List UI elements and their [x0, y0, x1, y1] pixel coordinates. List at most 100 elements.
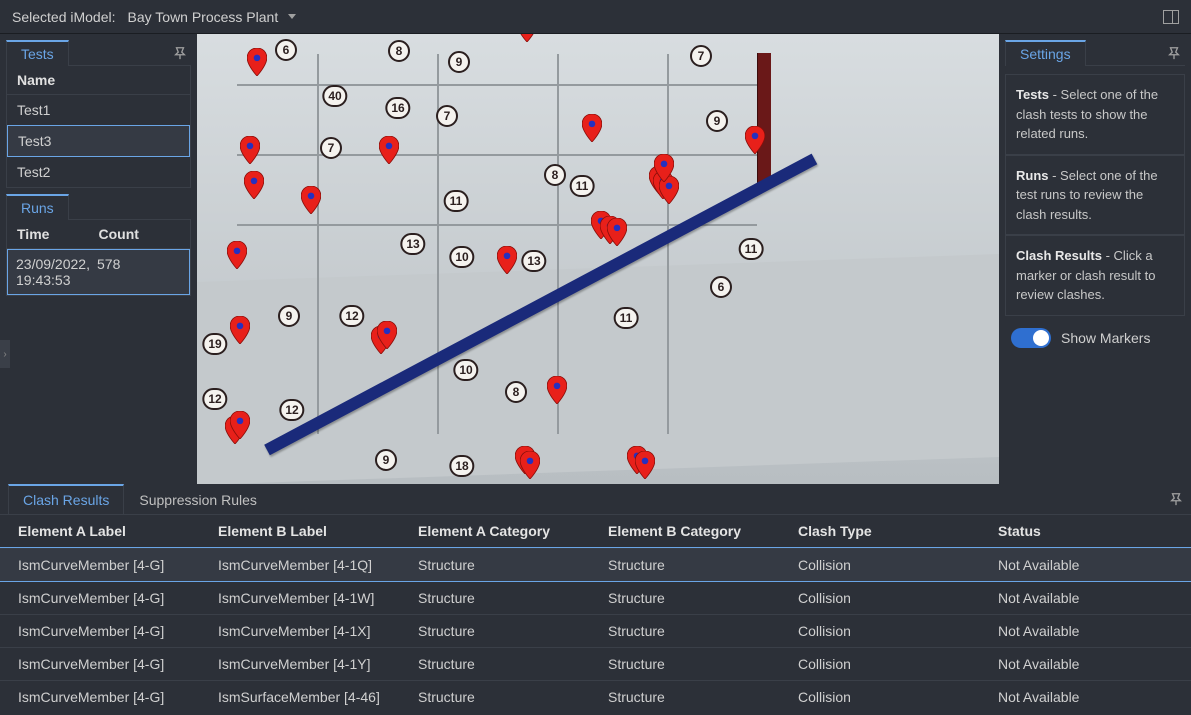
highlighted-column: [757, 53, 771, 188]
clash-count-badge[interactable]: 9: [448, 51, 470, 73]
cell-type: Collision: [798, 656, 998, 672]
clash-count-badge[interactable]: 7: [690, 45, 712, 67]
clash-marker-icon[interactable]: [377, 321, 397, 349]
pin-icon[interactable]: [173, 46, 187, 60]
cell-catB: Structure: [608, 656, 798, 672]
col-element-a-category: Element A Category: [418, 523, 608, 539]
clash-count-badge[interactable]: 40: [322, 85, 347, 107]
clash-count-badge[interactable]: 6: [275, 39, 297, 61]
clash-results-table: Element A Label Element B Label Element …: [0, 515, 1191, 715]
clash-result-row[interactable]: IsmCurveMember [4-G]IsmCurveMember [4-1X…: [0, 614, 1191, 647]
sidebar-expand-handle[interactable]: ›: [0, 340, 10, 368]
clash-marker-icon[interactable]: [520, 451, 540, 479]
pin-icon[interactable]: [1167, 46, 1181, 60]
clash-marker-icon[interactable]: [582, 114, 602, 142]
clash-count-badge[interactable]: 10: [449, 246, 474, 268]
cell-catB: Structure: [608, 689, 798, 705]
clash-marker-icon[interactable]: [227, 241, 247, 269]
clash-count-badge[interactable]: 11: [570, 175, 595, 197]
test-list-item[interactable]: Test1: [7, 95, 190, 125]
cell-catA: Structure: [418, 557, 608, 573]
clash-marker-icon[interactable]: [745, 126, 765, 154]
clash-count-badge[interactable]: 13: [521, 250, 546, 272]
cell-elB: IsmCurveMember [4-1Q]: [218, 557, 418, 573]
clash-count-badge[interactable]: 8: [388, 40, 410, 62]
clash-count-badge[interactable]: 18: [449, 455, 474, 477]
clash-marker-icon[interactable]: [654, 154, 674, 182]
col-element-a-label: Element A Label: [18, 523, 218, 539]
show-markers-toggle[interactable]: [1011, 328, 1051, 348]
clash-marker-icon[interactable]: [301, 186, 321, 214]
clash-count-badge[interactable]: 11: [614, 307, 639, 329]
cell-status: Not Available: [998, 656, 1173, 672]
clash-count-badge[interactable]: 9: [706, 110, 728, 132]
clash-marker-icon[interactable]: [230, 411, 250, 439]
clash-result-row[interactable]: IsmCurveMember [4-G]IsmCurveMember [4-1W…: [0, 581, 1191, 614]
test-list-item[interactable]: Test2: [7, 157, 190, 187]
clash-count-badge[interactable]: 7: [436, 105, 458, 127]
help-box: Tests - Select one of the clash tests to…: [1005, 74, 1185, 155]
cell-type: Collision: [798, 623, 998, 639]
imodel-label: Selected iModel:: [12, 9, 116, 25]
tab-settings[interactable]: Settings: [1005, 40, 1086, 66]
clash-count-badge[interactable]: 8: [505, 381, 527, 403]
clash-marker-icon[interactable]: [379, 136, 399, 164]
tab-tests[interactable]: Tests: [6, 40, 69, 66]
cell-elB: IsmCurveMember [4-1W]: [218, 590, 418, 606]
tab-clash-results[interactable]: Clash Results: [8, 484, 124, 514]
clash-marker-icon[interactable]: [607, 218, 627, 246]
cell-type: Collision: [798, 689, 998, 705]
tests-name-header: Name: [17, 72, 180, 88]
panel-layout-icon[interactable]: [1163, 10, 1179, 24]
run-count: 578: [97, 256, 181, 288]
tab-runs[interactable]: Runs: [6, 194, 69, 220]
clash-marker-icon[interactable]: [244, 171, 264, 199]
clash-count-badge[interactable]: 6: [710, 276, 732, 298]
clash-marker-icon[interactable]: [635, 451, 655, 479]
clash-marker-icon[interactable]: [230, 316, 250, 344]
imodel-value: Bay Town Process Plant: [128, 9, 279, 25]
clash-count-badge[interactable]: 10: [453, 359, 478, 381]
cell-elB: IsmCurveMember [4-1X]: [218, 623, 418, 639]
col-element-b-category: Element B Category: [608, 523, 798, 539]
clash-count-badge[interactable]: 7: [320, 137, 342, 159]
clash-count-badge[interactable]: 11: [444, 190, 469, 212]
cell-status: Not Available: [998, 557, 1173, 573]
test-list-item[interactable]: Test3: [7, 125, 190, 157]
left-sidebar: Tests Name Test1Test3Test2 Runs Time: [0, 34, 197, 484]
clash-count-badge[interactable]: 9: [375, 449, 397, 471]
clash-count-badge[interactable]: 11: [739, 238, 764, 260]
tests-panel: Name Test1Test3Test2: [6, 66, 191, 188]
clash-marker-icon[interactable]: [240, 136, 260, 164]
clash-count-badge[interactable]: 13: [400, 233, 425, 255]
clash-count-badge[interactable]: 12: [339, 305, 364, 327]
clash-count-badge[interactable]: 12: [202, 388, 227, 410]
clash-marker-icon[interactable]: [247, 48, 267, 76]
help-box: Clash Results - Click a marker or clash …: [1005, 235, 1185, 316]
clash-count-badge[interactable]: 9: [278, 305, 300, 327]
clash-marker-icon[interactable]: [547, 376, 567, 404]
clash-result-row[interactable]: IsmCurveMember [4-G]IsmSurfaceMember [4-…: [0, 680, 1191, 713]
clash-count-badge[interactable]: 12: [279, 399, 304, 421]
clash-count-badge[interactable]: 19: [202, 333, 227, 355]
3d-viewport[interactable]: 6897401679781111131013116912111910121289…: [197, 34, 999, 484]
cell-catA: Structure: [418, 656, 608, 672]
show-markers-label: Show Markers: [1061, 330, 1150, 346]
tab-suppression-rules[interactable]: Suppression Rules: [124, 485, 272, 514]
cell-type: Collision: [798, 557, 998, 573]
clash-count-badge[interactable]: 16: [385, 97, 410, 119]
imodel-dropdown[interactable]: Bay Town Process Plant: [128, 9, 297, 25]
cell-status: Not Available: [998, 623, 1173, 639]
right-sidebar: Settings Tests - Select one of the clash…: [999, 34, 1191, 484]
clash-result-row[interactable]: IsmCurveMember [4-G]IsmCurveMember [4-1Q…: [0, 548, 1191, 581]
clash-marker-icon[interactable]: [517, 34, 537, 42]
clash-marker-icon[interactable]: [497, 246, 517, 274]
clash-result-row[interactable]: IsmCurveMember [4-G]IsmCurveMember [4-1Y…: [0, 647, 1191, 680]
run-list-item[interactable]: 23/09/2022, 19:43:53578: [7, 249, 190, 295]
clash-count-badge[interactable]: 8: [544, 164, 566, 186]
cell-catB: Structure: [608, 557, 798, 573]
pin-icon[interactable]: [1169, 492, 1183, 506]
cell-type: Collision: [798, 590, 998, 606]
cell-catB: Structure: [608, 590, 798, 606]
col-status: Status: [998, 523, 1173, 539]
